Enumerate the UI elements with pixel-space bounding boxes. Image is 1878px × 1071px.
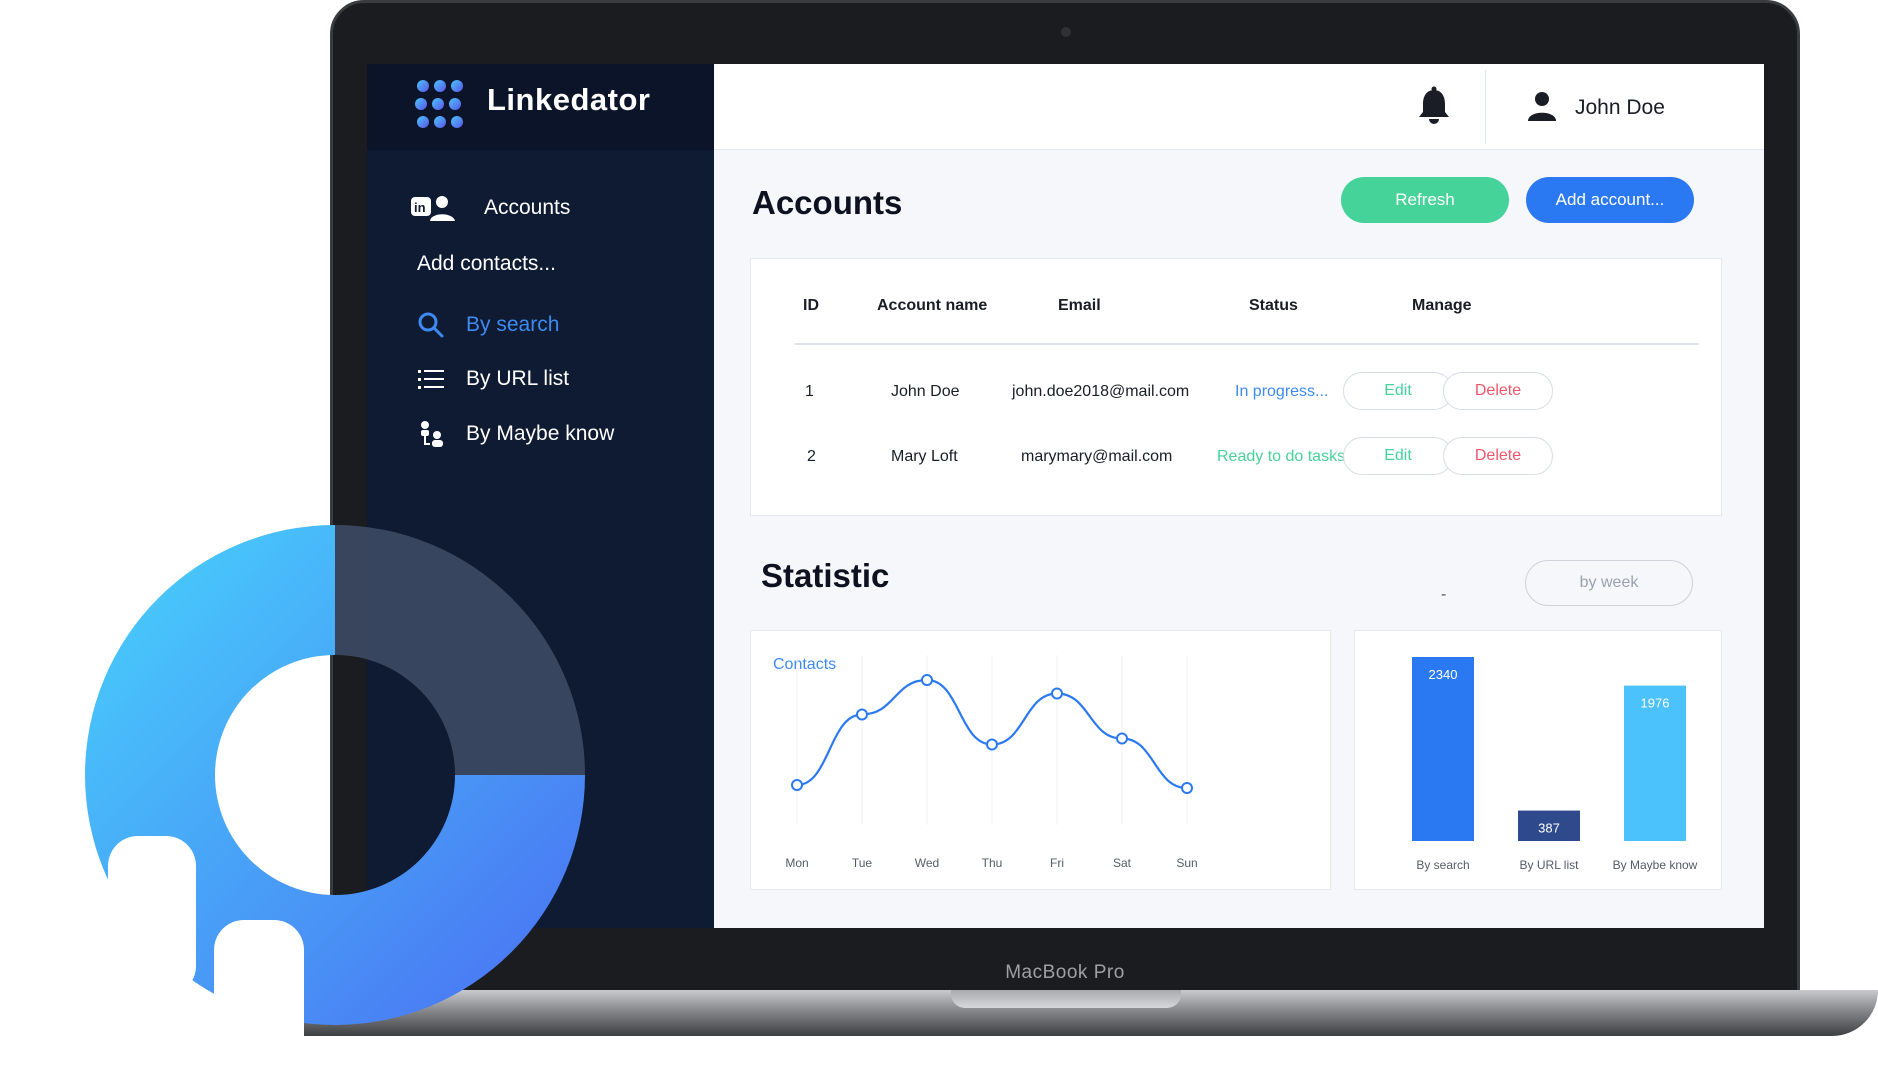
data-point[interactable] bbox=[1051, 687, 1063, 700]
sidebar-item-label: Add contacts... bbox=[417, 252, 556, 275]
laptop-hinge-notch bbox=[951, 990, 1181, 1008]
data-point[interactable] bbox=[921, 674, 933, 686]
x-tick-label: By search bbox=[1416, 858, 1469, 872]
x-tick-label: Thu bbox=[982, 856, 1003, 870]
data-point[interactable] bbox=[1116, 732, 1128, 745]
bar-chart-svg: 2340 By search 387 By URL list 1976 By Maybe … bbox=[1412, 657, 1698, 872]
delete-button[interactable]: Delete bbox=[1443, 437, 1553, 475]
camera-dot bbox=[1061, 27, 1071, 37]
edit-button[interactable]: Edit bbox=[1343, 372, 1453, 410]
topbar-divider bbox=[1485, 70, 1486, 144]
row-id: 1 bbox=[805, 383, 814, 400]
column-header-account-name: Account name bbox=[877, 297, 988, 314]
bar-value-label: 387 bbox=[1538, 821, 1560, 836]
decorative-shape bbox=[108, 836, 196, 996]
row-status: In progress... bbox=[1235, 383, 1329, 400]
x-tick-label: Fri bbox=[1050, 856, 1064, 870]
column-header-email: Email bbox=[1058, 297, 1101, 314]
add-account-button[interactable]: Add account... bbox=[1526, 177, 1694, 223]
row-email: john.doe2018@mail.com bbox=[1012, 383, 1190, 400]
page-title: Accounts bbox=[752, 184, 903, 221]
sidebar-item-accounts[interactable]: in Accounts bbox=[367, 188, 714, 228]
bell-icon[interactable] bbox=[1416, 86, 1452, 126]
x-tick-label: By Maybe know bbox=[1613, 858, 1698, 872]
delete-button[interactable]: Delete bbox=[1443, 372, 1553, 410]
bar[interactable] bbox=[1412, 657, 1474, 841]
logo-icon bbox=[415, 80, 463, 128]
sidebar-item-add-contacts[interactable]: Add contacts... bbox=[367, 244, 714, 284]
refresh-button[interactable]: Refresh bbox=[1341, 177, 1509, 223]
linkedin-users-icon: in bbox=[410, 194, 456, 222]
data-point[interactable] bbox=[986, 738, 998, 751]
sources-bar-chart: 2340 By search 387 By URL list 1976 By Maybe … bbox=[1354, 630, 1722, 890]
row-status: Ready to do tasks bbox=[1217, 448, 1346, 465]
sidebar-item-label: By search bbox=[466, 313, 560, 336]
chart-title: Contacts bbox=[773, 656, 836, 673]
x-tick-label: Tue bbox=[852, 856, 873, 870]
statistic-dash: - bbox=[1441, 586, 1447, 603]
contacts-line-chart: Contacts Mon Tue Wed Thu Fri Sat Sun bbox=[750, 630, 1331, 890]
x-tick-label: By URL list bbox=[1520, 858, 1580, 872]
device-label: MacBook Pro bbox=[1005, 962, 1125, 983]
accounts-table: ID Account name Email Status Manage 1 Jo… bbox=[750, 258, 1722, 516]
row-email: marymary@mail.com bbox=[1021, 448, 1173, 465]
row-account-name: Mary Loft bbox=[891, 448, 958, 465]
x-tick-label: Sat bbox=[1113, 856, 1132, 870]
x-tick-label: Wed bbox=[915, 856, 939, 870]
line-chart-svg: Contacts Mon Tue Wed Thu Fri Sat Sun bbox=[773, 655, 1198, 870]
table-divider bbox=[795, 343, 1699, 345]
period-select-button[interactable]: by week bbox=[1525, 560, 1693, 606]
svg-text:in: in bbox=[414, 200, 426, 215]
x-tick-label: Sun bbox=[1176, 856, 1197, 870]
sidebar-item-by-maybe-know[interactable]: By Maybe know bbox=[367, 414, 714, 454]
row-id: 2 bbox=[807, 448, 816, 465]
x-tick-label: Mon bbox=[785, 856, 808, 870]
user-name[interactable]: John Doe bbox=[1575, 96, 1665, 120]
data-point[interactable] bbox=[856, 708, 868, 721]
list-icon bbox=[415, 365, 447, 393]
app-name: Linkedator bbox=[487, 82, 651, 117]
data-point[interactable] bbox=[1181, 782, 1193, 794]
people-hierarchy-icon bbox=[415, 420, 447, 448]
sidebar-item-label: By Maybe know bbox=[466, 422, 615, 445]
search-icon bbox=[415, 311, 447, 339]
statistic-title: Statistic bbox=[761, 557, 890, 594]
column-header-manage: Manage bbox=[1412, 297, 1472, 314]
top-bar: John Doe bbox=[714, 64, 1764, 150]
sidebar-item-by-search[interactable]: By search bbox=[367, 305, 714, 345]
logo-bar: Linkedator bbox=[367, 64, 714, 150]
column-header-status: Status bbox=[1249, 297, 1298, 314]
bar-value-label: 2340 bbox=[1429, 667, 1458, 682]
column-header-id: ID bbox=[803, 297, 819, 314]
sidebar-item-by-url-list[interactable]: By URL list bbox=[367, 359, 714, 399]
row-account-name: John Doe bbox=[891, 383, 960, 400]
decorative-shape bbox=[214, 920, 304, 1071]
sidebar-item-label: Accounts bbox=[484, 196, 571, 219]
edit-button[interactable]: Edit bbox=[1343, 437, 1453, 475]
sidebar-item-label: By URL list bbox=[466, 367, 570, 390]
data-point[interactable] bbox=[791, 779, 803, 791]
user-icon[interactable] bbox=[1526, 90, 1558, 122]
bar-value-label: 1976 bbox=[1641, 696, 1670, 711]
